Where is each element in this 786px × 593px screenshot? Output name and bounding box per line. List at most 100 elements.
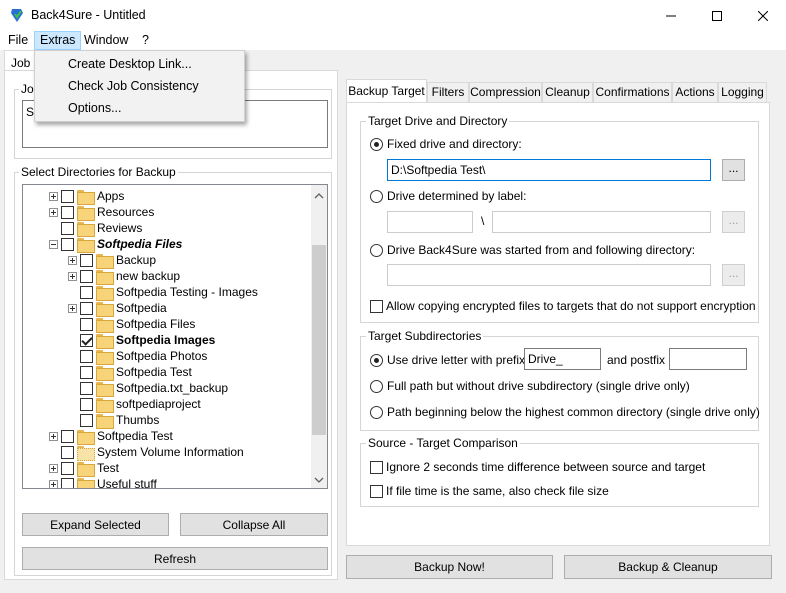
menu-create-desktop-link[interactable]: Create Desktop Link... xyxy=(68,57,192,71)
tree-item[interactable]: Reviews xyxy=(49,220,142,237)
menu-file[interactable]: File xyxy=(3,31,33,50)
ignore-2s-option[interactable]: Ignore 2 seconds time difference between… xyxy=(370,460,705,474)
scroll-up-icon[interactable] xyxy=(313,189,325,203)
tab-filters[interactable]: Filters xyxy=(427,82,469,102)
tab-backup-target[interactable]: Backup Target xyxy=(346,79,427,103)
tree-item-checkbox[interactable] xyxy=(61,429,74,443)
check-size-option[interactable]: If file time is the same, also check fil… xyxy=(370,484,609,498)
tree-item[interactable]: Softpedia Testing - Images xyxy=(68,284,258,301)
opt-full-path[interactable]: Full path but without drive subdirectory… xyxy=(370,379,690,393)
expand-plus-icon[interactable] xyxy=(49,207,58,217)
prefix-input[interactable]: Drive_ xyxy=(524,348,601,370)
tree-item-checkbox[interactable] xyxy=(80,285,93,299)
menu-options[interactable]: Options... xyxy=(68,101,122,115)
tree-item[interactable]: Resources xyxy=(49,204,154,221)
tree-item-checkbox[interactable] xyxy=(61,237,74,251)
tree-item-checkbox[interactable] xyxy=(80,397,93,411)
tree-item[interactable]: Useful stuff xyxy=(49,476,157,488)
close-button[interactable] xyxy=(740,0,786,31)
tree-item[interactable]: System Volume Information xyxy=(49,444,244,461)
browse-label-button[interactable]: ... xyxy=(722,211,745,233)
opt-drive-label[interactable]: Drive determined by label: xyxy=(370,189,526,203)
tab-compression[interactable]: Compression xyxy=(469,82,542,102)
tree-item[interactable]: new backup xyxy=(68,268,180,285)
tree-item-checkbox[interactable] xyxy=(80,381,93,395)
tab-job[interactable]: Job S xyxy=(4,50,36,71)
refresh-button[interactable]: Refresh xyxy=(22,547,328,570)
menu-check-job-consistency[interactable]: Check Job Consistency xyxy=(68,79,199,93)
menu-window[interactable]: Window xyxy=(79,31,133,50)
tree-item[interactable]: Softpedia Images xyxy=(68,332,215,349)
tree-item-checkbox[interactable] xyxy=(61,477,74,488)
expand-plus-icon[interactable] xyxy=(49,479,58,488)
expand-plus-icon[interactable] xyxy=(49,431,58,441)
radio-full-path[interactable] xyxy=(370,379,383,393)
tab-logging[interactable]: Logging xyxy=(718,82,767,102)
tree-item-checkbox[interactable] xyxy=(80,317,93,331)
expand-plus-icon[interactable] xyxy=(68,271,77,281)
opt-fixed-drive[interactable]: Fixed drive and directory: xyxy=(370,137,522,151)
allow-encrypted-checkbox[interactable] xyxy=(370,299,383,313)
ignore-2s-checkbox[interactable] xyxy=(370,460,383,474)
allow-encrypted-option[interactable]: Allow copying encrypted files to targets… xyxy=(370,299,756,313)
tree-item-checkbox[interactable] xyxy=(61,445,74,459)
menu-help[interactable]: ? xyxy=(137,31,154,50)
radio-started-drive[interactable] xyxy=(370,243,383,257)
tree-item[interactable]: Softpedia xyxy=(68,300,167,317)
tree-item[interactable]: Softpedia Test xyxy=(49,428,173,445)
tab-confirmations[interactable]: Confirmations xyxy=(593,82,672,102)
directory-tree[interactable]: Apps Resources Reviews Softpedia Files Backu… xyxy=(22,184,328,489)
menu-extras[interactable]: Extras xyxy=(34,31,82,50)
drive-label-input[interactable] xyxy=(387,211,473,233)
tree-item[interactable]: Test xyxy=(49,460,119,477)
tree-item-checkbox[interactable] xyxy=(80,413,93,427)
started-directory-input[interactable] xyxy=(387,264,711,286)
tree-item-checkbox[interactable] xyxy=(61,189,74,203)
fixed-directory-input[interactable]: D:\Softpedia Test\ xyxy=(387,159,711,181)
expand-plus-icon[interactable] xyxy=(68,255,77,265)
tree-item[interactable]: Apps xyxy=(49,188,124,205)
tree-item[interactable]: Softpedia Files xyxy=(49,236,182,253)
label-directory-input[interactable] xyxy=(492,211,711,233)
tree-item-checkbox[interactable] xyxy=(61,221,74,235)
tree-item-checkbox[interactable] xyxy=(80,301,93,315)
opt-prefix[interactable]: Use drive letter with prefix xyxy=(370,353,525,367)
tree-item-checkbox[interactable] xyxy=(80,365,93,379)
tree-item[interactable]: Softpedia Files xyxy=(68,316,195,333)
expand-selected-button[interactable]: Expand Selected xyxy=(22,513,169,536)
expand-plus-icon[interactable] xyxy=(49,191,58,201)
tab-actions[interactable]: Actions xyxy=(672,82,718,102)
minimize-button[interactable] xyxy=(648,0,694,31)
maximize-button[interactable] xyxy=(694,0,740,31)
tree-item[interactable]: Softpedia.txt_backup xyxy=(68,380,228,397)
tree-item-checkbox[interactable] xyxy=(80,349,93,363)
backup-now-button[interactable]: Backup Now! xyxy=(346,555,553,579)
tree-item[interactable]: Backup xyxy=(68,252,156,269)
check-size-checkbox[interactable] xyxy=(370,484,383,498)
tree-item-checkbox[interactable] xyxy=(80,333,93,347)
radio-prefix[interactable] xyxy=(370,353,383,367)
backup-cleanup-button[interactable]: Backup & Cleanup xyxy=(564,555,772,579)
collapse-minus-icon[interactable] xyxy=(49,239,58,249)
tree-item[interactable]: softpediaproject xyxy=(68,396,201,413)
opt-started-drive[interactable]: Drive Back4Sure was started from and fol… xyxy=(370,243,695,257)
radio-drive-label[interactable] xyxy=(370,189,383,203)
tab-cleanup[interactable]: Cleanup xyxy=(542,82,593,102)
tree-item[interactable]: Softpedia Photos xyxy=(68,348,207,365)
scroll-down-icon[interactable] xyxy=(313,473,325,487)
tree-item[interactable]: Softpedia Test xyxy=(68,364,192,381)
tree-item-checkbox[interactable] xyxy=(80,269,93,283)
tree-scrollbar-thumb[interactable] xyxy=(312,245,326,435)
expand-plus-icon[interactable] xyxy=(49,463,58,473)
tree-item-checkbox[interactable] xyxy=(61,461,74,475)
radio-fixed-drive[interactable] xyxy=(370,137,383,151)
opt-common-dir[interactable]: Path beginning below the highest common … xyxy=(370,405,760,419)
tree-item-checkbox[interactable] xyxy=(61,205,74,219)
browse-started-button[interactable]: ... xyxy=(722,264,745,286)
postfix-input[interactable] xyxy=(669,348,747,370)
radio-common-dir[interactable] xyxy=(370,405,383,419)
tree-item-checkbox[interactable] xyxy=(80,253,93,267)
browse-fixed-button[interactable]: ... xyxy=(722,159,745,181)
tree-item[interactable]: Thumbs xyxy=(68,412,159,429)
collapse-all-button[interactable]: Collapse All xyxy=(180,513,328,536)
